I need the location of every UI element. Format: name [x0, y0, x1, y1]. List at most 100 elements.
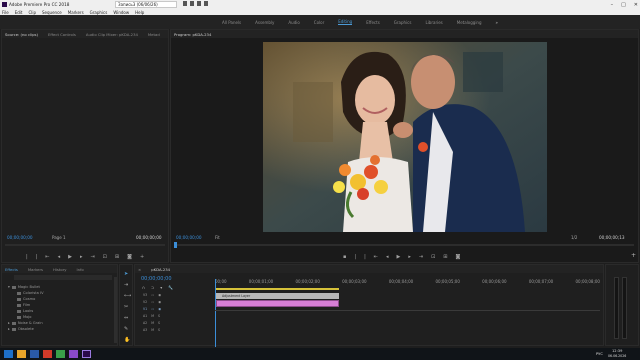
app-icon[interactable] — [43, 350, 52, 358]
track-header-a1[interactable]: A1 M S — [143, 312, 213, 319]
add-button-icon[interactable]: + — [631, 252, 636, 259]
step-forward-icon[interactable]: ▸ — [408, 254, 411, 260]
mute-icon[interactable]: M — [151, 321, 154, 325]
track-header-a2[interactable]: A2 M S — [143, 319, 213, 326]
go-to-out-icon[interactable]: ⇥ — [90, 254, 94, 260]
timeline-playhead[interactable] — [215, 279, 216, 347]
tab-history[interactable]: History — [53, 267, 67, 272]
video-clip[interactable] — [216, 300, 339, 307]
app-icon[interactable] — [69, 350, 78, 358]
lock-icon[interactable]: ▭ — [151, 300, 154, 304]
file-explorer-icon[interactable] — [17, 350, 26, 358]
solo-icon[interactable]: S — [158, 321, 160, 325]
tab-markers[interactable]: Markers — [28, 267, 43, 272]
mute-icon[interactable]: M — [151, 328, 154, 332]
start-icon[interactable] — [4, 350, 13, 358]
go-to-in-icon[interactable]: ⇤ — [45, 254, 49, 260]
workspace-more-button[interactable]: » — [496, 20, 498, 25]
solo-icon[interactable]: S — [158, 328, 160, 332]
workspace-audio[interactable]: Audio — [288, 20, 299, 25]
menu-sequence[interactable]: Sequence — [42, 10, 62, 15]
tab-metadata[interactable]: Metad — [148, 32, 160, 37]
solo-icon[interactable]: S — [158, 314, 160, 318]
program-fit-select[interactable]: Fit — [215, 235, 220, 240]
ripple-edit-tool-icon[interactable]: ⟷ — [124, 293, 131, 299]
overwrite-icon[interactable]: ⊞ — [115, 254, 119, 260]
timeline-timecode[interactable]: 00;00;00;00 — [141, 276, 172, 282]
menu-file[interactable]: File — [2, 10, 9, 15]
tab-sequence[interactable]: pKDA-234 — [151, 267, 170, 272]
clock-time[interactable]: 12:39 — [612, 349, 622, 353]
workspace-libraries[interactable]: Libraries — [425, 20, 442, 25]
effects-scrollbar[interactable] — [114, 277, 117, 343]
adjustment-layer-clip[interactable]: Adjustment Layer — [216, 293, 339, 299]
snap-icon[interactable]: ∩ — [142, 285, 145, 290]
extract-icon[interactable]: ⊞ — [443, 254, 447, 260]
tree-item-obsolete[interactable]: ▸ Obsolete — [8, 326, 114, 332]
source-page[interactable]: Page 1 — [52, 235, 66, 240]
tab-audio-clip-mixer[interactable]: Audio Clip Mixer: pKDA-234 — [86, 32, 138, 37]
program-timecode[interactable]: 00;00;00;00 — [176, 235, 202, 240]
slip-tool-icon[interactable]: ⇔ — [124, 315, 128, 321]
menu-markers[interactable]: Markers — [68, 10, 84, 15]
insert-icon[interactable]: ⊡ — [103, 254, 107, 260]
track-header-v1[interactable]: V1 ▭ ◉ — [143, 305, 213, 312]
mark-in-icon[interactable]: | — [26, 254, 28, 260]
program-scrubber[interactable] — [174, 244, 634, 246]
export-frame-icon[interactable]: ◙ — [127, 254, 132, 260]
lock-icon[interactable]: ▭ — [151, 293, 154, 297]
play-icon[interactable]: ▶ — [396, 254, 400, 260]
workspace-effects[interactable]: Effects — [366, 20, 380, 25]
tab-info[interactable]: Info — [77, 267, 84, 272]
mark-out-icon[interactable]: | — [36, 254, 38, 260]
export-frame-icon[interactable]: ◙ — [455, 254, 460, 260]
step-back-icon[interactable]: ◂ — [58, 254, 61, 260]
go-to-out-icon[interactable]: ⇥ — [419, 254, 423, 260]
menu-help[interactable]: Help — [135, 10, 144, 15]
workspace-color[interactable]: Color — [314, 20, 324, 25]
linked-selection-icon[interactable]: ⊃ — [151, 285, 154, 290]
program-playhead[interactable] — [174, 242, 177, 248]
minimize-button[interactable]: – — [611, 2, 614, 8]
workspace-editing[interactable]: Editing — [338, 19, 353, 25]
mark-out-icon[interactable]: | — [354, 254, 356, 260]
razor-tool-icon[interactable]: ✂ — [124, 304, 128, 310]
selection-tool-icon[interactable]: ➤ — [124, 271, 128, 277]
eye-icon[interactable]: ◉ — [158, 307, 161, 311]
menu-clip[interactable]: Clip — [28, 10, 36, 15]
track-header-a3[interactable]: A3 M S — [143, 326, 213, 333]
lift-icon[interactable]: ⊡ — [431, 254, 435, 260]
menu-edit[interactable]: Edit — [15, 10, 23, 15]
track-select-tool-icon[interactable]: ⇥ — [124, 282, 128, 288]
workspace-all-panels[interactable]: All Panels — [222, 20, 241, 25]
tab-effects[interactable]: Effects — [5, 267, 18, 272]
menu-window[interactable]: Window — [113, 10, 129, 15]
effects-search-input[interactable] — [14, 275, 112, 280]
eye-icon[interactable]: ◉ — [158, 300, 161, 304]
work-area-bar[interactable] — [215, 288, 339, 290]
close-button[interactable]: ✕ — [634, 2, 638, 8]
source-timecode[interactable]: 00;00;00;00 — [7, 235, 33, 240]
app-icon[interactable] — [56, 350, 65, 358]
eye-icon[interactable]: ◉ — [158, 293, 161, 297]
clock-date[interactable]: 06.06.2026 — [608, 354, 626, 358]
menu-graphics[interactable]: Graphics — [90, 10, 108, 15]
tab-effect-controls[interactable]: Effect Controls — [48, 32, 76, 37]
premiere-taskbar-icon[interactable] — [82, 350, 91, 358]
workspace-assembly[interactable]: Assembly — [255, 20, 274, 25]
maximize-button[interactable]: □ — [621, 2, 626, 8]
timeline-ruler[interactable]: 00;00 00;00;01;00 00;00;02;00 00;00;03;0… — [215, 279, 600, 287]
play-back-icon[interactable]: ◂ — [386, 254, 389, 260]
add-marker-icon[interactable]: ▾ — [160, 285, 162, 290]
mark-in-icon[interactable]: ▪ — [343, 254, 346, 260]
workspace-graphics[interactable]: Graphics — [394, 20, 412, 25]
program-zoom-select[interactable]: 1/2 — [571, 235, 577, 240]
hand-tool-icon[interactable]: ✋ — [124, 337, 130, 343]
language-indicator[interactable]: РУС — [596, 352, 603, 356]
track-header-v2[interactable]: V2 ▭ ◉ — [143, 298, 213, 305]
wrench-icon[interactable]: 🔧 — [168, 285, 173, 290]
tab-source[interactable]: Source: (no clips) — [5, 32, 38, 37]
track-header-v3[interactable]: V3 ▭ ◉ — [143, 291, 213, 298]
mute-icon[interactable]: M — [151, 314, 154, 318]
app-icon[interactable] — [30, 350, 39, 358]
